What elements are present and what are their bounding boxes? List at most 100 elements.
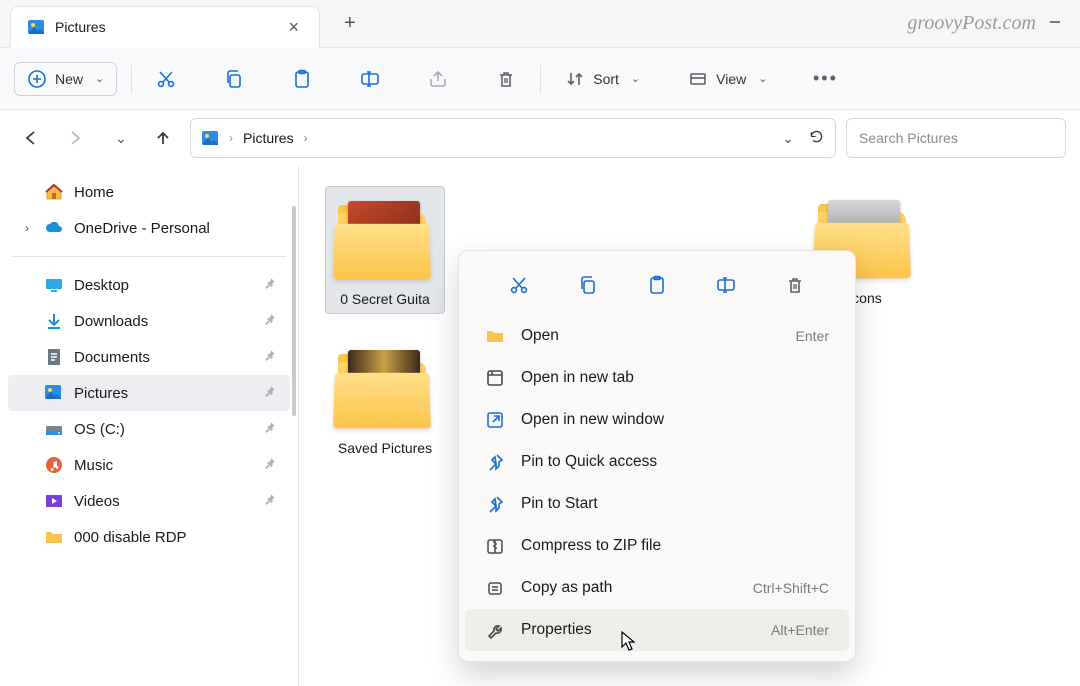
tab-pictures[interactable]: Pictures × <box>10 6 320 48</box>
sort-icon <box>565 69 585 89</box>
pin-icon <box>485 494 505 514</box>
folder-icon <box>44 527 64 547</box>
view-button[interactable]: View ⌄ <box>678 61 777 97</box>
sidebar-item-home[interactable]: Home <box>8 174 290 210</box>
ctx-label: Open in new tab <box>521 369 634 387</box>
ctx-pin-quick-access[interactable]: Pin to Quick access <box>465 441 849 483</box>
trash-icon <box>496 69 516 89</box>
rename-button[interactable] <box>350 61 390 97</box>
ctx-label: Copy as path <box>521 579 612 597</box>
sort-button[interactable]: Sort ⌄ <box>555 61 650 97</box>
ctx-delete-button[interactable] <box>777 267 813 303</box>
refresh-button[interactable] <box>808 128 825 148</box>
ctx-copy-path[interactable]: Copy as path Ctrl+Shift+C <box>465 567 849 609</box>
ctx-label: Pin to Start <box>521 495 598 513</box>
paste-icon <box>292 69 312 89</box>
sidebar-item-pictures[interactable]: Pictures <box>8 375 290 411</box>
search-box[interactable] <box>846 118 1066 158</box>
sidebar-item-disable-rdp[interactable]: 000 disable RDP <box>8 519 290 555</box>
context-menu: Open Enter Open in new tab Open in new w… <box>458 250 856 662</box>
pin-icon[interactable] <box>264 349 278 366</box>
document-icon <box>44 347 64 367</box>
pictures-icon <box>27 18 45 36</box>
more-button[interactable]: ••• <box>805 61 845 97</box>
new-button[interactable]: New ⌄ <box>14 62 117 96</box>
sidebar-item-onedrive[interactable]: › OneDrive - Personal <box>8 210 290 246</box>
home-icon <box>44 182 64 202</box>
sidebar-item-downloads[interactable]: Downloads <box>8 303 290 339</box>
ctx-properties[interactable]: Properties Alt+Enter <box>465 609 849 651</box>
share-button[interactable] <box>418 61 458 97</box>
cut-button[interactable] <box>146 61 186 97</box>
ellipsis-icon: ••• <box>815 69 835 89</box>
ctx-shortcut: Ctrl+Shift+C <box>753 580 829 596</box>
pin-icon[interactable] <box>264 385 278 402</box>
pin-icon[interactable] <box>264 313 278 330</box>
folder-icon <box>330 342 440 430</box>
chevron-right-icon: › <box>304 131 308 145</box>
ctx-label: Properties <box>521 621 592 639</box>
search-input[interactable] <box>859 130 1053 146</box>
divider <box>12 256 286 257</box>
folder-label: 0 Secret Guita <box>325 291 445 307</box>
pin-icon[interactable] <box>264 277 278 294</box>
folder-item[interactable]: Saved Pictures <box>325 336 445 466</box>
titlebar: Pictures × + groovyPost.com <box>0 0 1080 48</box>
rename-icon <box>716 275 736 295</box>
sidebar-item-label: Pictures <box>74 385 128 402</box>
chevron-down-icon[interactable]: ⌄ <box>782 130 794 147</box>
back-button[interactable] <box>14 121 48 155</box>
ctx-open-new-tab[interactable]: Open in new tab <box>465 357 849 399</box>
trash-icon <box>785 275 805 295</box>
ctx-label: Open in new window <box>521 411 664 429</box>
ctx-pin-start[interactable]: Pin to Start <box>465 483 849 525</box>
forward-button[interactable] <box>58 121 92 155</box>
folder-label: Saved Pictures <box>325 440 445 456</box>
plus-circle-icon <box>27 69 47 89</box>
ctx-open[interactable]: Open Enter <box>465 315 849 357</box>
pin-icon[interactable] <box>264 457 278 474</box>
cloud-icon <box>44 218 64 238</box>
tab-title: Pictures <box>55 19 274 35</box>
sidebar-item-documents[interactable]: Documents <box>8 339 290 375</box>
zip-icon <box>485 536 505 556</box>
delete-button[interactable] <box>486 61 526 97</box>
sidebar-item-desktop[interactable]: Desktop <box>8 267 290 303</box>
minimize-icon[interactable] <box>1048 15 1062 32</box>
folder-icon <box>330 193 440 281</box>
ctx-paste-button[interactable] <box>639 267 675 303</box>
chevron-down-icon: ⌄ <box>758 72 767 85</box>
paste-button[interactable] <box>282 61 322 97</box>
folder-item[interactable]: 0 Secret Guita <box>325 186 445 314</box>
pictures-icon <box>44 383 64 403</box>
sidebar-item-videos[interactable]: Videos <box>8 483 290 519</box>
scrollbar[interactable] <box>292 206 296 416</box>
pin-icon[interactable] <box>264 421 278 438</box>
context-menu-toolbar <box>465 261 849 315</box>
sidebar-item-os-c[interactable]: OS (C:) <box>8 411 290 447</box>
desktop-icon <box>44 275 64 295</box>
ctx-cut-button[interactable] <box>501 267 537 303</box>
ctx-open-new-window[interactable]: Open in new window <box>465 399 849 441</box>
new-tab-button[interactable]: + <box>344 12 356 35</box>
share-icon <box>428 69 448 89</box>
sidebar-item-music[interactable]: Music <box>8 447 290 483</box>
ctx-copy-button[interactable] <box>570 267 606 303</box>
copy-button[interactable] <box>214 61 254 97</box>
chevron-down-icon: ⌄ <box>115 130 127 147</box>
pin-icon[interactable] <box>264 493 278 510</box>
ctx-rename-button[interactable] <box>708 267 744 303</box>
open-window-icon <box>485 410 505 430</box>
recent-button[interactable]: ⌄ <box>102 121 136 155</box>
sidebar-item-label: OS (C:) <box>74 421 125 438</box>
close-icon[interactable]: × <box>284 17 303 38</box>
address-bar[interactable]: › Pictures › ⌄ <box>190 118 836 158</box>
ctx-compress-zip[interactable]: Compress to ZIP file <box>465 525 849 567</box>
navbar: ⌄ › Pictures › ⌄ <box>0 110 1080 166</box>
chevron-right-icon[interactable]: › <box>20 221 34 235</box>
up-button[interactable] <box>146 121 180 155</box>
breadcrumb-segment[interactable]: Pictures <box>243 130 294 146</box>
view-label: View <box>716 71 746 87</box>
chevron-right-icon: › <box>229 131 233 145</box>
pictures-icon <box>201 129 219 147</box>
